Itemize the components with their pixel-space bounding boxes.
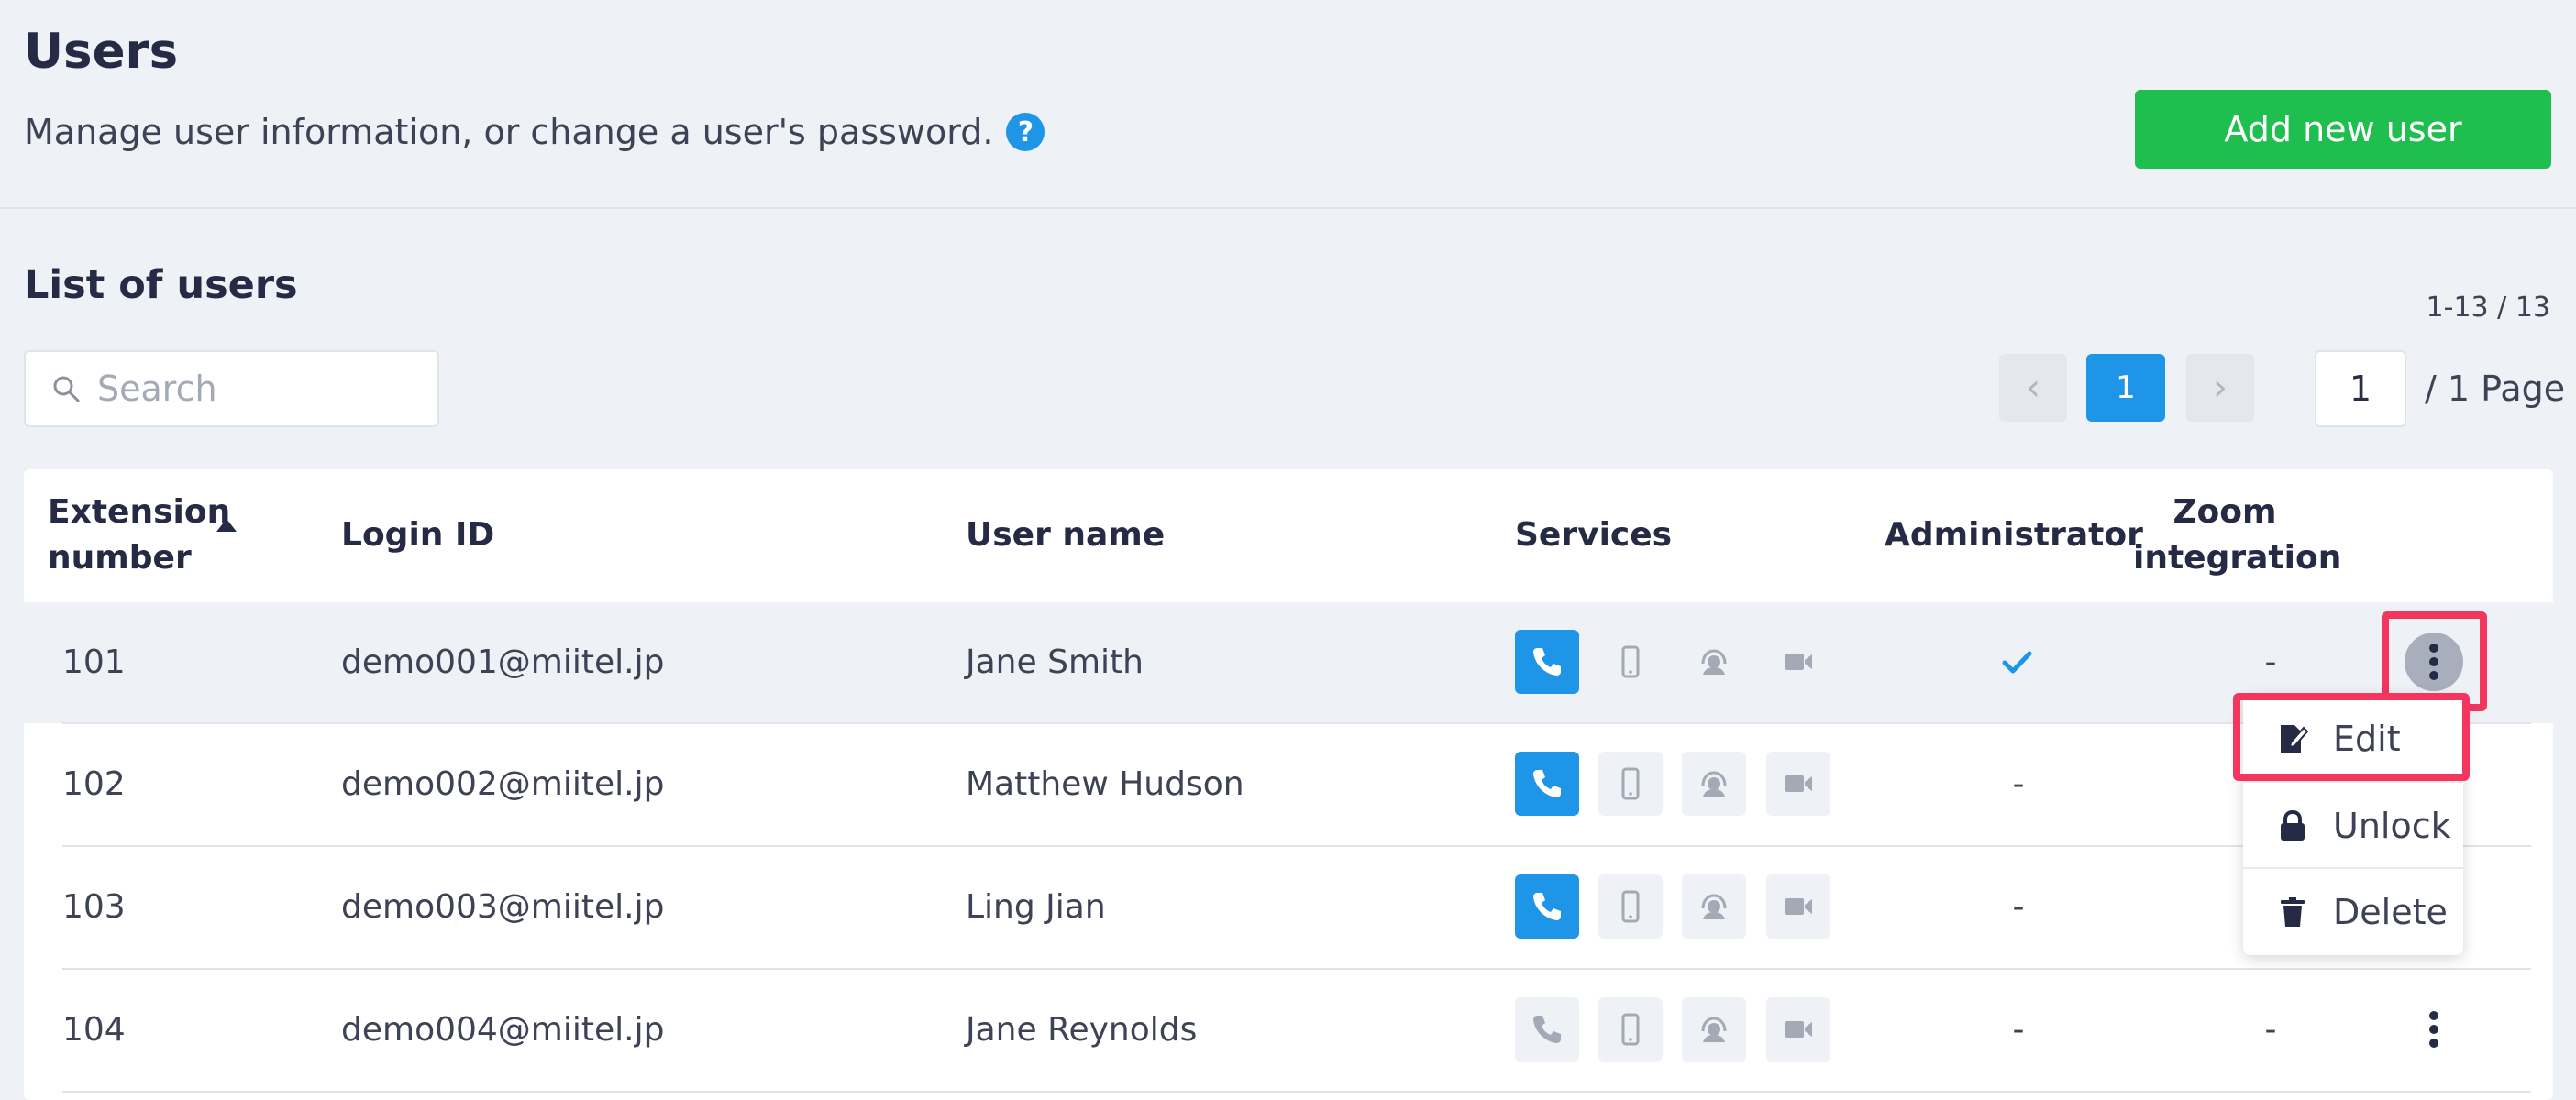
page-subtitle: Manage user information, or change a use… bbox=[24, 112, 994, 152]
cell-extension: 102 bbox=[62, 765, 126, 803]
video-service-icon bbox=[1766, 752, 1830, 816]
users-page: Users Manage user information, or change… bbox=[0, 0, 2576, 1100]
pagination-next-button[interactable]: › bbox=[2186, 354, 2254, 422]
menu-item-unlock[interactable]: Unlock bbox=[2243, 781, 2463, 869]
column-header-services: Services bbox=[1515, 516, 1673, 554]
page-title: Users bbox=[24, 24, 179, 80]
table-row[interactable]: 103 demo003@miitel.jp Ling Jian - bbox=[24, 847, 2553, 968]
cell-login-id: demo003@miitel.jp bbox=[341, 888, 665, 926]
column-header-user-name: User name bbox=[966, 516, 1166, 554]
page-header: Users Manage user information, or change… bbox=[0, 0, 2576, 209]
column-header-extension-line1: Extension bbox=[48, 493, 231, 531]
table-row[interactable]: 104 demo004@miitel.jp Jane Reynolds - - bbox=[24, 970, 2553, 1091]
phone-service-icon bbox=[1515, 997, 1579, 1062]
subtitle-row: Manage user information, or change a use… bbox=[24, 112, 1045, 152]
headset-service-icon bbox=[1682, 630, 1746, 694]
table-row[interactable]: 101 demo001@miitel.jp Jane Smith - bbox=[24, 602, 2553, 723]
cell-zoom: - bbox=[2264, 1011, 2277, 1049]
column-header-login-id: Login ID bbox=[341, 516, 495, 554]
headset-service-icon bbox=[1682, 874, 1746, 939]
page-total-label: / 1 Page bbox=[2425, 368, 2566, 409]
table-row[interactable]: 102 demo002@miitel.jp Matthew Hudson - bbox=[24, 724, 2553, 845]
cell-user-name: Jane Smith bbox=[966, 644, 1144, 681]
video-service-icon bbox=[1766, 997, 1830, 1062]
column-header-extension-line2: number bbox=[48, 539, 192, 577]
cell-login-id: demo002@miitel.jp bbox=[341, 765, 665, 803]
cell-extension: 103 bbox=[62, 888, 126, 926]
column-header-extension[interactable]: Extension number bbox=[48, 490, 230, 581]
trash-icon bbox=[2281, 897, 2305, 927]
row-divider bbox=[62, 1091, 2531, 1093]
phone-service-icon bbox=[1515, 752, 1579, 816]
sort-ascending-icon[interactable] bbox=[216, 519, 237, 532]
search-input[interactable] bbox=[97, 368, 409, 409]
administrator-check-icon bbox=[2002, 651, 2032, 674]
video-service-icon bbox=[1766, 874, 1830, 939]
mobile-service-icon bbox=[1598, 874, 1663, 939]
add-new-user-button[interactable]: Add new user bbox=[2135, 90, 2551, 169]
menu-item-delete[interactable]: Delete bbox=[2243, 867, 2463, 955]
cell-extension: 101 bbox=[62, 644, 126, 681]
list-title: List of users bbox=[24, 262, 298, 308]
column-header-zoom-integration: Zoom integration bbox=[2133, 490, 2341, 581]
menu-item-label: Delete bbox=[2333, 892, 2448, 932]
cell-administrator: - bbox=[2012, 888, 2025, 926]
search-icon bbox=[53, 376, 80, 402]
cell-administrator: - bbox=[2012, 765, 2025, 803]
lock-icon bbox=[2281, 809, 2305, 841]
column-header-administrator: Administrator bbox=[1885, 516, 2143, 554]
column-header-zoom-line2: integration bbox=[2133, 539, 2342, 577]
mobile-service-icon bbox=[1598, 752, 1663, 816]
cell-login-id: demo001@miitel.jp bbox=[341, 644, 665, 681]
cell-login-id: demo004@miitel.jp bbox=[341, 1011, 665, 1049]
phone-service-icon bbox=[1515, 874, 1579, 939]
highlight-box bbox=[2233, 693, 2470, 781]
cell-user-name: Ling Jian bbox=[966, 888, 1106, 926]
pagination-prev-button[interactable]: ‹ bbox=[1999, 354, 2067, 422]
cell-administrator: - bbox=[2012, 1011, 2025, 1049]
phone-service-icon bbox=[1515, 630, 1579, 694]
users-table: Extension number Login ID User name Serv… bbox=[24, 469, 2553, 1100]
cell-extension: 104 bbox=[62, 1011, 126, 1049]
headset-service-icon bbox=[1682, 997, 1746, 1062]
help-icon[interactable]: ? bbox=[1006, 113, 1045, 151]
row-actions-menu-button[interactable] bbox=[2405, 1000, 2463, 1059]
mobile-service-icon bbox=[1598, 630, 1663, 694]
menu-item-label: Unlock bbox=[2333, 806, 2451, 846]
pagination-current-page[interactable]: 1 bbox=[2086, 354, 2165, 422]
mobile-service-icon bbox=[1598, 997, 1663, 1062]
headset-service-icon bbox=[1682, 752, 1746, 816]
result-count: 1-13 / 13 bbox=[2426, 292, 2550, 324]
column-header-zoom-line1: Zoom bbox=[2172, 493, 2277, 531]
page-number-input[interactable]: 1 bbox=[2315, 350, 2406, 427]
search-box[interactable] bbox=[24, 350, 439, 427]
cell-user-name: Matthew Hudson bbox=[966, 765, 1244, 803]
cell-user-name: Jane Reynolds bbox=[966, 1011, 1198, 1049]
video-service-icon bbox=[1766, 630, 1830, 694]
